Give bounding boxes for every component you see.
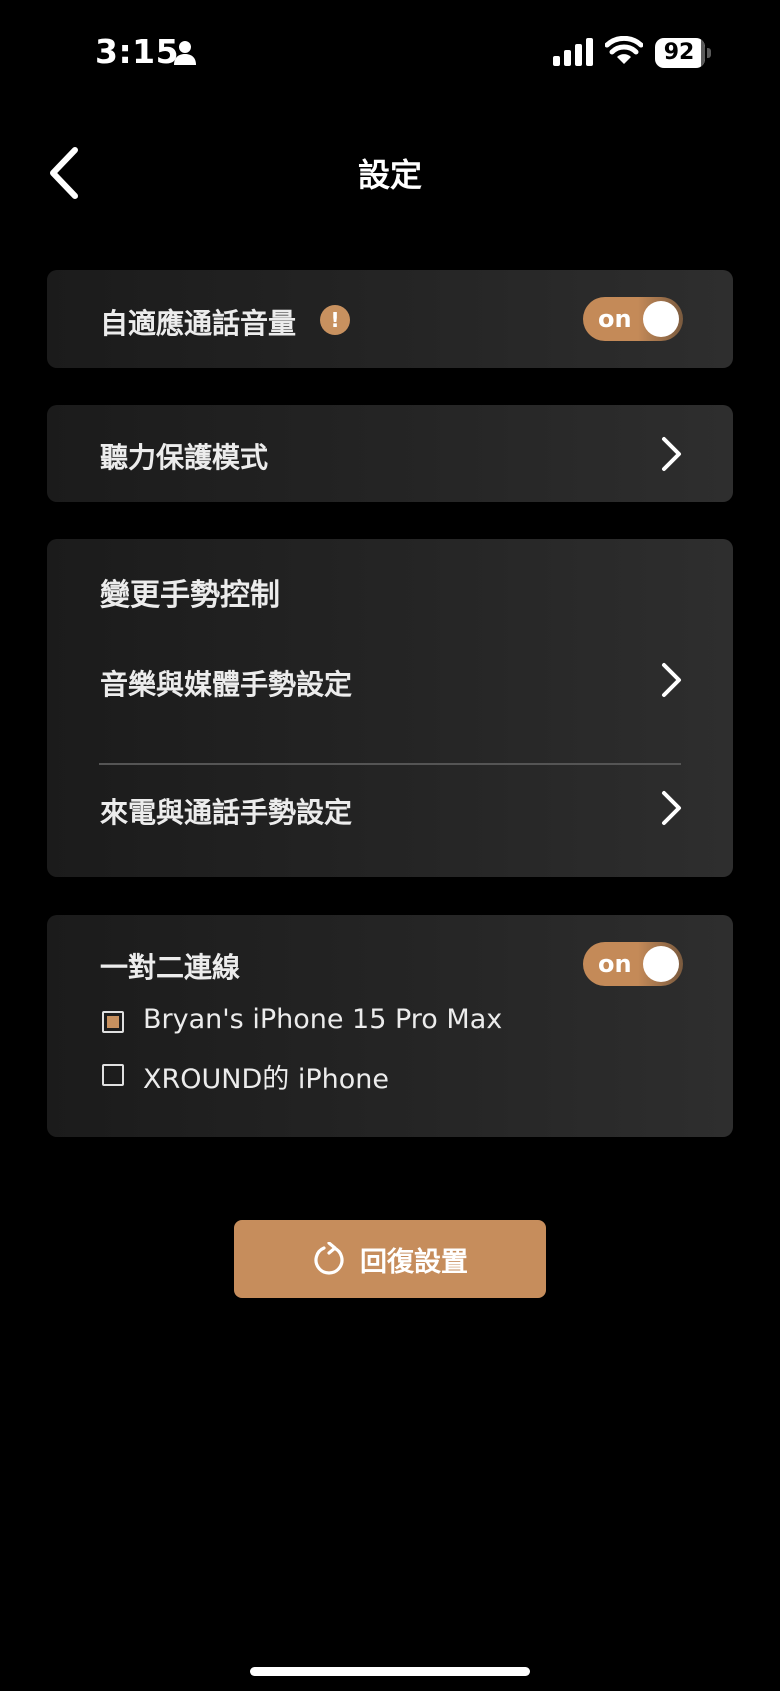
settings-screen: 3:15 92 設定 自適應通話音量 ! on 聽力保護模式 變更手勢控制 音樂…	[0, 0, 780, 1691]
status-bar: 3:15 92	[0, 0, 780, 110]
chevron-right-icon	[662, 437, 681, 471]
gesture-control-card: 變更手勢控制 音樂與媒體手勢設定 來電與通話手勢設定	[47, 539, 733, 877]
call-gesture-row[interactable]: 來電與通話手勢設定	[47, 769, 733, 849]
toggle-on-text: on	[598, 950, 632, 978]
wifi-icon	[605, 36, 643, 64]
toggle-knob	[643, 946, 679, 982]
page-title: 設定	[357, 156, 422, 194]
music-gesture-row[interactable]: 音樂與媒體手勢設定	[47, 639, 733, 719]
toggle-knob	[643, 301, 679, 337]
home-indicator[interactable]	[250, 1667, 530, 1676]
chevron-right-icon	[662, 663, 681, 697]
hearing-protection-label: 聽力保護模式	[100, 441, 269, 474]
battery-level: 92	[663, 40, 695, 65]
warning-icon[interactable]: !	[320, 305, 350, 335]
device-label-xround: XROUND的 iPhone	[143, 1064, 389, 1095]
device-checkbox-bryan[interactable]	[102, 1011, 124, 1033]
multipoint-toggle[interactable]: on	[583, 942, 683, 986]
toggle-on-text: on	[598, 305, 632, 333]
multipoint-card: 一對二連線 on Bryan's iPhone 15 Pro Max XROUN…	[47, 915, 733, 1137]
refresh-icon	[314, 1242, 344, 1275]
adaptive-volume-label: 自適應通話音量	[100, 307, 297, 340]
signal-icon	[553, 38, 593, 66]
music-gesture-label: 音樂與媒體手勢設定	[100, 668, 353, 701]
reset-label: 回復設置	[360, 1246, 468, 1278]
chevron-right-icon	[662, 791, 681, 825]
person-icon	[174, 41, 196, 65]
adaptive-volume-card: 自適應通話音量 ! on	[47, 270, 733, 368]
battery-icon: 92	[655, 38, 711, 68]
reset-settings-button[interactable]: 回復設置	[234, 1220, 546, 1298]
status-time: 3:15	[95, 32, 180, 71]
divider	[99, 763, 681, 765]
call-gesture-label: 來電與通話手勢設定	[100, 796, 353, 829]
device-label-bryan: Bryan's iPhone 15 Pro Max	[143, 1004, 503, 1035]
gesture-control-title: 變更手勢控制	[100, 578, 280, 613]
multipoint-label: 一對二連線	[100, 951, 241, 984]
adaptive-volume-toggle[interactable]: on	[583, 297, 683, 341]
device-checkbox-xround[interactable]	[102, 1064, 124, 1086]
hearing-protection-row[interactable]: 聽力保護模式	[47, 405, 733, 502]
